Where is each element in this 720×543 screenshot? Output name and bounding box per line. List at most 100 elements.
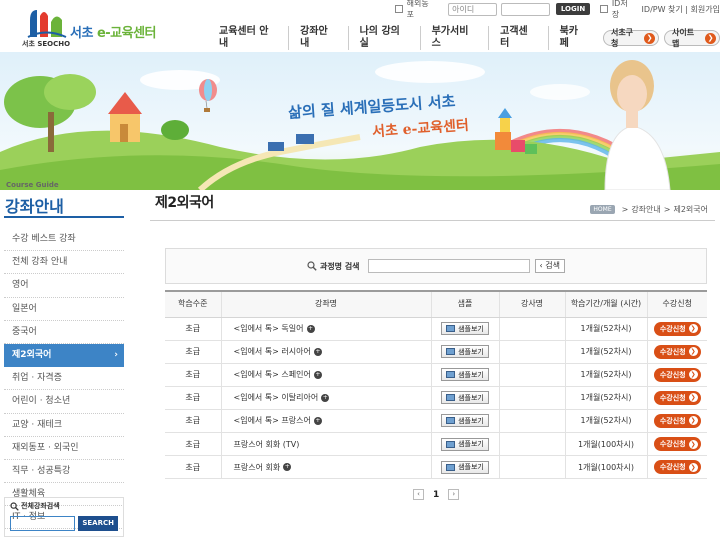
id-save-checkbox[interactable] bbox=[600, 5, 608, 13]
sample-cell: 샘플보기 bbox=[430, 386, 499, 410]
site-logo[interactable]: 서초 SEOCHO 서초 e-교육센터 bbox=[18, 8, 168, 48]
table-row: 초급 프랑스어 회화 (TV) 샘플보기 1개월(100차시) 수강신청 ❯ bbox=[165, 432, 707, 457]
sample-view-button[interactable]: 샘플보기 bbox=[441, 437, 489, 451]
login-button[interactable]: LOGIN bbox=[555, 3, 591, 15]
nav-customer-center[interactable]: 고객센터 bbox=[488, 26, 547, 50]
course-search-input[interactable] bbox=[367, 259, 530, 273]
id-save-label: ID저장 bbox=[611, 0, 628, 19]
prev-page-button[interactable]: ‹ bbox=[413, 489, 424, 500]
apply-label: 수강신청 bbox=[659, 416, 686, 425]
sidebar-item-overseas-foreigners[interactable]: 재외동포 · 외국인 bbox=[4, 437, 124, 460]
course-period: 1개월(52차시) bbox=[564, 409, 647, 433]
nav-center-info[interactable]: 교육센터 안내 bbox=[208, 26, 288, 50]
sidebar-item-all-courses[interactable]: 전체 강좌 안내 bbox=[4, 251, 124, 275]
nav-my-classroom[interactable]: 나의 강의실 bbox=[347, 26, 420, 50]
sample-view-button[interactable]: 샘플보기 bbox=[441, 460, 489, 474]
course-info-icon: + bbox=[306, 324, 315, 333]
sample-view-button[interactable]: 샘플보기 bbox=[441, 391, 489, 405]
sidebar-item-second-language[interactable]: 제2외국어 › bbox=[4, 343, 124, 368]
apply-button[interactable]: 수강신청 ❯ bbox=[653, 390, 701, 405]
sidebar-item-culture-finance[interactable]: 교양 · 재테크 bbox=[4, 414, 124, 437]
sample-view-label: 샘플보기 bbox=[458, 416, 484, 425]
apply-button[interactable]: 수강신청 ❯ bbox=[653, 460, 701, 475]
table-row: 초급 프랑스어 회화 + 샘플보기 1개월(100차시) 수강신청 ❯ bbox=[165, 455, 707, 480]
course-period: 1개월(100차시) bbox=[564, 455, 647, 480]
course-search-button[interactable]: ‹ 검색 bbox=[534, 259, 566, 273]
sidebar-search-row: SEARCH bbox=[10, 516, 118, 531]
sample-view-label: 샘플보기 bbox=[458, 463, 484, 472]
breadcrumb-item[interactable]: 강좌안내 bbox=[631, 204, 660, 215]
arrow-right-icon: ❯ bbox=[644, 32, 655, 44]
search-icon bbox=[10, 501, 19, 511]
sidebar-item-best-courses[interactable]: 수강 베스트 강좌 bbox=[4, 228, 124, 252]
id-input[interactable]: 아이디 bbox=[448, 2, 498, 16]
apply-button[interactable]: 수강신청 ❯ bbox=[653, 437, 701, 452]
sample-view-button[interactable]: 샘플보기 bbox=[441, 414, 489, 428]
col-header-course-name: 강좌명 bbox=[220, 290, 431, 318]
sidebar-item-english[interactable]: 영어 bbox=[4, 274, 124, 298]
course-instructor bbox=[498, 340, 565, 364]
course-name-link[interactable]: <입에서 톡> 독일어 + bbox=[220, 317, 431, 341]
course-instructor bbox=[498, 409, 565, 433]
table-row: 초급 <입에서 톡> 이탈리아어 + 샘플보기 1개월(52차시) 수강신청 ❯ bbox=[165, 386, 707, 410]
nav-extra-services[interactable]: 부가서비스 bbox=[419, 26, 489, 50]
sample-view-button[interactable]: 샘플보기 bbox=[441, 322, 489, 336]
course-level: 초급 bbox=[165, 363, 221, 387]
table-row: 초급 <입에서 톡> 프랑스어 + 샘플보기 1개월(52차시) 수강신청 ❯ bbox=[165, 409, 707, 433]
monitor-icon bbox=[446, 440, 456, 448]
course-name-link[interactable]: 프랑스어 회화 (TV) bbox=[220, 432, 431, 457]
sample-view-button[interactable]: 샘플보기 bbox=[441, 368, 489, 382]
sidebar-item-job-lectures[interactable]: 직무 · 성공특강 bbox=[4, 460, 124, 484]
seocho-gu-button[interactable]: 서초구청 ❯ bbox=[602, 28, 659, 48]
apply-button[interactable]: 수강신청 ❯ bbox=[653, 413, 701, 428]
current-page[interactable]: 1 bbox=[433, 490, 439, 500]
join-link[interactable]: 회원가입 bbox=[691, 5, 720, 14]
sidebar-search-button[interactable]: SEARCH bbox=[78, 516, 118, 531]
course-instructor bbox=[498, 455, 565, 480]
arrow-right-icon: ❯ bbox=[688, 370, 698, 380]
sample-view-button[interactable]: 샘플보기 bbox=[441, 345, 489, 359]
breadcrumb-home[interactable]: HOME bbox=[590, 205, 615, 214]
search-icon bbox=[307, 261, 317, 271]
sidebar-item-jobs-certificates[interactable]: 취업 · 자격증 bbox=[4, 367, 124, 391]
apply-label: 수강신청 bbox=[659, 370, 686, 379]
logo-subtitle: 서초 SEOCHO bbox=[22, 40, 71, 48]
monitor-icon bbox=[446, 394, 456, 402]
sidebar-item-kids-youth[interactable]: 어린이 · 청소년 bbox=[4, 390, 124, 414]
course-name-link[interactable]: 프랑스어 회화 + bbox=[220, 455, 431, 480]
course-name-link[interactable]: <입에서 톡> 프랑스어 + bbox=[220, 409, 431, 433]
breadcrumb-item: 제2외국어 bbox=[673, 205, 708, 214]
apply-cell: 수강신청 ❯ bbox=[646, 386, 707, 410]
course-info-icon: + bbox=[321, 393, 330, 402]
overseas-checkbox[interactable] bbox=[395, 5, 403, 13]
apply-button[interactable]: 수강신청 ❯ bbox=[653, 321, 701, 336]
sidebar-item-japanese[interactable]: 일본어 bbox=[4, 298, 124, 321]
login-bar: 해외동포 아이디 LOGIN ID저장 ID/PW 찾기 | 회원가입 bbox=[395, 0, 720, 19]
course-name-link[interactable]: <입에서 톡> 스페인어 + bbox=[220, 363, 431, 387]
apply-button[interactable]: 수강신청 ❯ bbox=[653, 344, 701, 359]
sidebar-search-input[interactable] bbox=[10, 516, 76, 531]
nav-book-cafe[interactable]: 북카페 bbox=[547, 26, 598, 50]
sidebar-item-chinese[interactable]: 중국어 bbox=[4, 321, 124, 344]
course-name-link[interactable]: <입에서 톡> 이탈리아어 + bbox=[220, 386, 431, 410]
sitemap-button[interactable]: 사이트맵 ❯ bbox=[663, 28, 720, 48]
apply-cell: 수강신청 ❯ bbox=[646, 340, 707, 364]
course-name-link[interactable]: <입에서 톡> 러시아어 + bbox=[220, 340, 431, 364]
arrow-right-icon: ❯ bbox=[705, 32, 717, 44]
course-name: <입에서 톡> 독일어 bbox=[233, 324, 304, 334]
logo-name: 서초 e-교육센터 bbox=[70, 22, 157, 41]
sample-view-label: 샘플보기 bbox=[458, 347, 484, 356]
find-id-pw-link[interactable]: ID/PW 찾기 bbox=[642, 5, 683, 14]
apply-button[interactable]: 수강신청 ❯ bbox=[653, 367, 701, 382]
col-header-period: 학습기간/개월 (시간) bbox=[564, 290, 647, 318]
sidebar-menu: 수강 베스트 강좌 전체 강좌 안내 영어 일본어 중국어 제2외국어 › 취업 … bbox=[4, 228, 124, 530]
sample-view-label: 샘플보기 bbox=[458, 324, 484, 333]
nav-course-guide[interactable]: 강좌안내 bbox=[288, 26, 347, 50]
course-period: 1개월(100차시) bbox=[564, 432, 647, 457]
password-input[interactable] bbox=[501, 2, 550, 16]
next-page-button[interactable]: › bbox=[448, 489, 460, 500]
site-header: 서초 SEOCHO 서초 e-교육센터 해외동포 아이디 LOGIN ID저장 … bbox=[0, 0, 720, 52]
sample-cell: 샘플보기 bbox=[430, 363, 499, 387]
sidebar-subtitle: Course Guide bbox=[6, 181, 59, 189]
course-info-icon: + bbox=[313, 416, 322, 425]
